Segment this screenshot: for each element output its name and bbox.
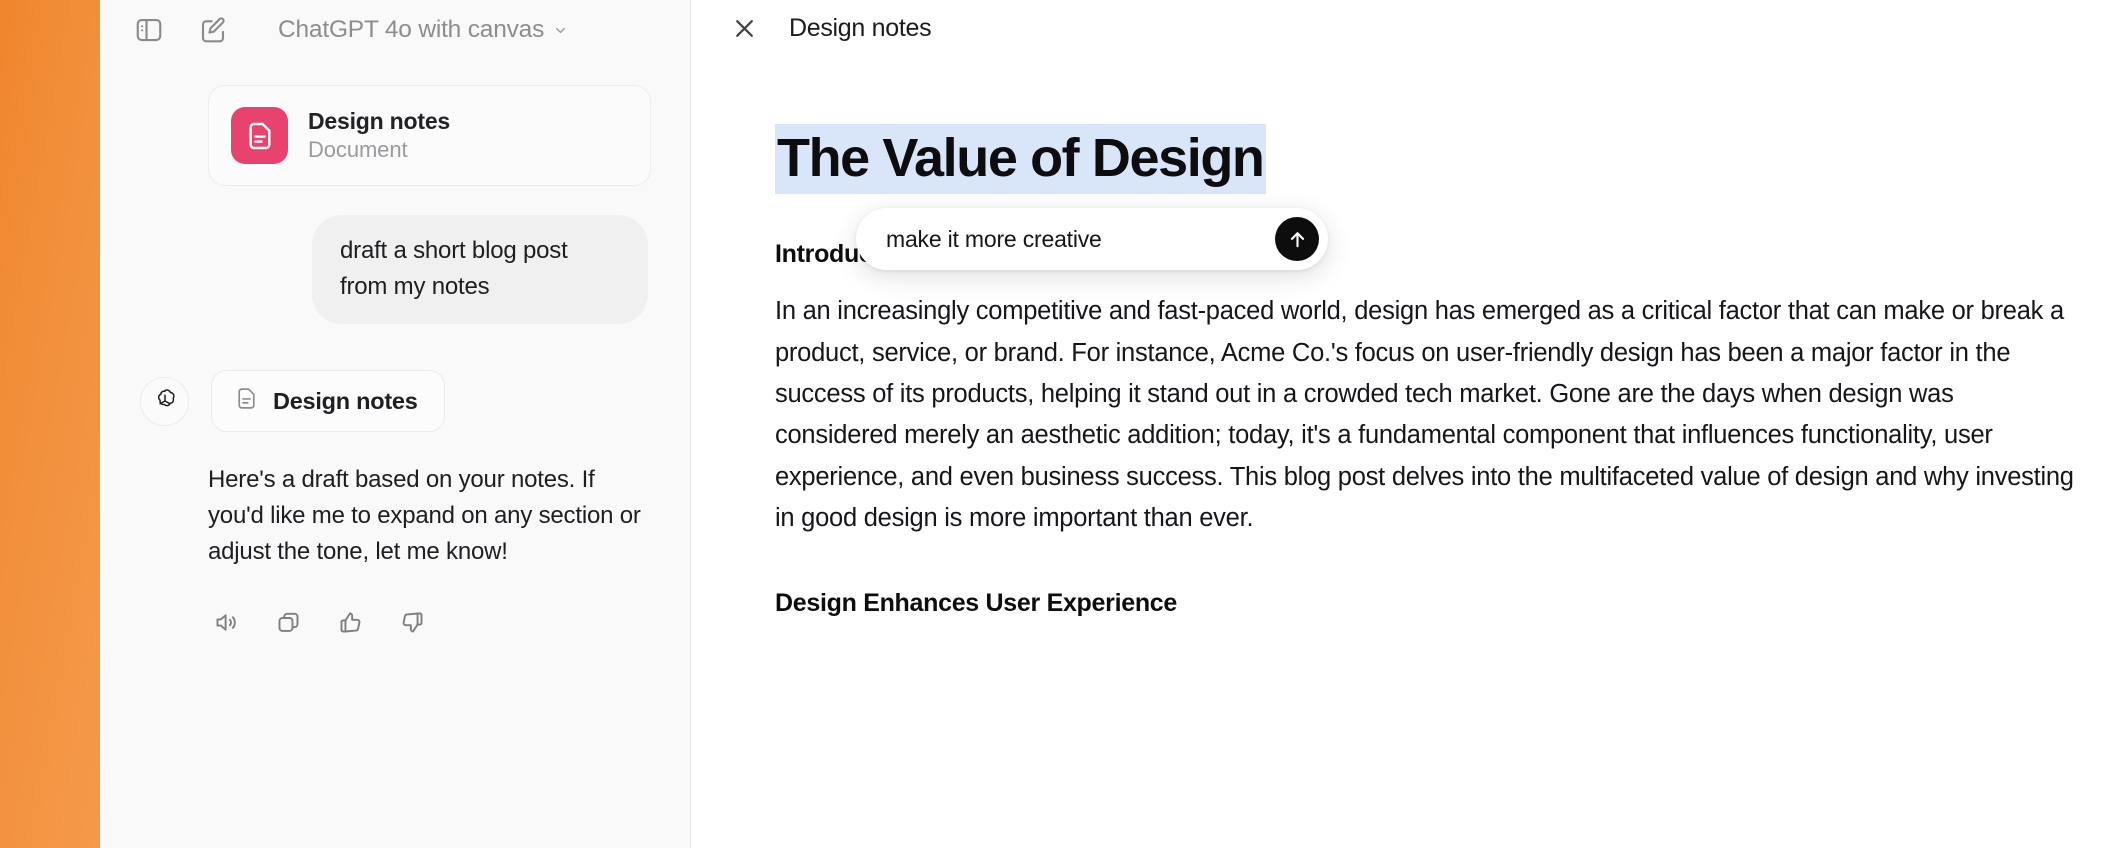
user-message-row: draft a short blog post from my notes (208, 215, 650, 325)
compose-pencil-icon[interactable] (196, 13, 230, 47)
close-icon[interactable] (729, 13, 759, 43)
canvas-doc-pill[interactable]: Design notes (211, 370, 445, 433)
attachment-subtitle: Document (308, 137, 408, 162)
canvas-header: Design notes (691, 0, 2120, 56)
attachment-meta: Design notes Document (308, 108, 450, 163)
document-heading: The Value of Design (775, 124, 1266, 194)
model-selector[interactable]: ChatGPT 4o with canvas (278, 16, 568, 44)
left-accent-rail (0, 0, 100, 848)
assistant-message-text: Here's a draft based on your notes. If y… (208, 466, 641, 566)
app-window: ChatGPT 4o with canvas Design notes Docu… (0, 0, 2120, 848)
user-message-bubble: draft a short blog post from my notes (312, 215, 648, 325)
canvas-doc-pill-label: Design notes (273, 387, 418, 414)
send-prompt-button[interactable] (1275, 217, 1319, 261)
message-actions (208, 604, 650, 640)
thumbs-up-icon[interactable] (332, 604, 368, 640)
copy-icon[interactable] (270, 604, 306, 640)
attachment-title: Design notes (308, 108, 451, 134)
canvas-document[interactable]: The Value of Design Introduction In an i… (691, 56, 2120, 618)
document-icon (231, 107, 288, 164)
sidebar-toggle-icon[interactable] (132, 13, 166, 47)
attachment-card-design-notes[interactable]: Design notes Document (208, 85, 651, 186)
sidebar-toolbar: ChatGPT 4o with canvas (100, 0, 690, 60)
chevron-down-icon (553, 23, 568, 38)
document-section-heading-user-experience: Design Enhances User Experience (775, 589, 1177, 618)
inline-prompt-popover (856, 208, 1328, 270)
canvas-panel: Design notes The Value of Design Introdu… (691, 0, 2120, 848)
document-heading-wrap: The Value of Design (775, 124, 2120, 194)
chat-sidebar: ChatGPT 4o with canvas Design notes Docu… (100, 0, 691, 848)
assistant-header: Design notes (140, 370, 650, 433)
canvas-title: Design notes (789, 13, 932, 42)
assistant-message: Design notes Here's a draft based on you… (140, 370, 650, 640)
read-aloud-icon[interactable] (208, 604, 244, 640)
chat-thread: Design notes Document draft a short blog… (100, 60, 690, 640)
document-paragraph-introduction: In an increasingly competitive and fast-… (775, 297, 2074, 532)
model-name-label: ChatGPT 4o with canvas (278, 16, 545, 43)
document-outline-icon (234, 386, 259, 416)
thumbs-down-icon[interactable] (394, 604, 430, 640)
inline-prompt-input[interactable] (886, 225, 1275, 253)
openai-logo-icon (140, 376, 189, 426)
